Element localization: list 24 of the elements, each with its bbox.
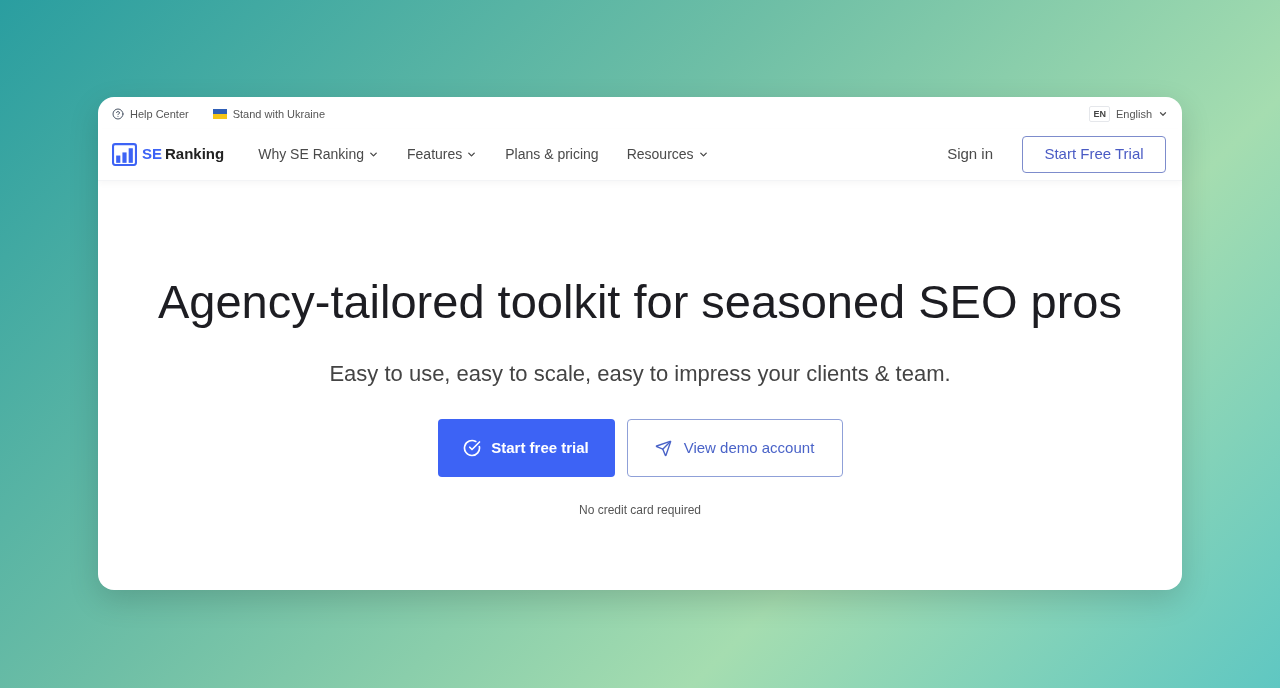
check-circle-icon — [463, 439, 482, 457]
sign-in-link[interactable]: Sign in — [947, 143, 993, 166]
hero-subtitle: Easy to use, easy to scale, easy to impress your clients & team. — [329, 360, 951, 388]
top-bar-link[interactable]: Stand with Ukraine — [212, 105, 326, 123]
logo-text: SE — [142, 144, 162, 165]
nav-link[interactable]: Features — [407, 144, 478, 165]
nav-link[interactable]: Why SE Ranking — [258, 144, 380, 165]
start-free-trial-button[interactable]: Start Free Trial — [1022, 136, 1166, 173]
help-icon — [112, 108, 124, 120]
demo-account-button[interactable]: View demo account — [626, 419, 843, 477]
nav-link[interactable]: Plans & pricing — [505, 144, 599, 165]
chevron-down-icon — [1158, 109, 1168, 119]
hero-title: Agency-tailored toolkit for seasoned SEO pros — [158, 274, 1122, 330]
language-label: English — [1115, 106, 1152, 122]
top-bar-link[interactable]: Help Center — [112, 105, 189, 123]
credit-card-note: No credit card required — [578, 502, 702, 519]
bar-chart-logo-icon — [112, 143, 137, 166]
start-trial-button[interactable]: Start free trial — [437, 419, 615, 477]
language-selector[interactable]: EN English — [1089, 105, 1168, 123]
flag-icon — [212, 109, 227, 119]
logo-text: Ranking — [165, 144, 225, 165]
nav-link[interactable]: Resources — [626, 144, 709, 165]
paper-plane-icon — [654, 439, 672, 457]
language-code: EN — [1089, 106, 1110, 122]
